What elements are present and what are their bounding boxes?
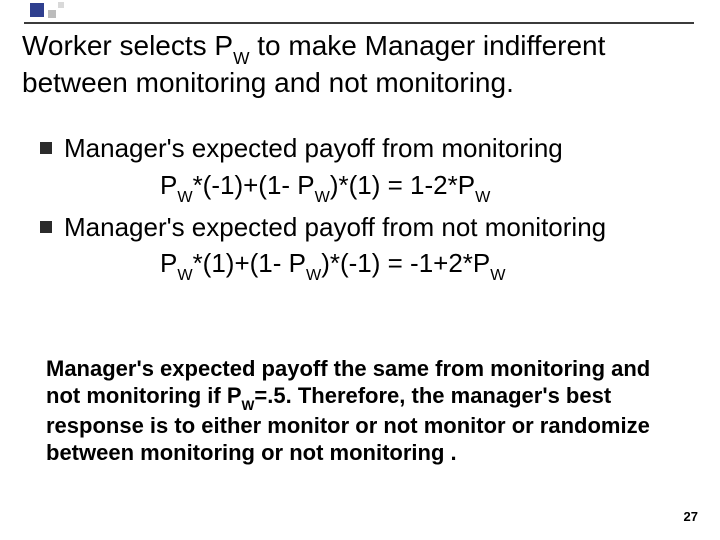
f-sub: W <box>490 266 505 284</box>
slide: Worker selects PW to make Manager indiff… <box>0 0 720 540</box>
bullet-text: Manager's expected payoff from monitorin… <box>64 132 563 165</box>
f-sub: W <box>177 266 192 284</box>
deco-square-large <box>30 3 44 17</box>
f-sub: W <box>315 188 330 206</box>
title-sub: W <box>233 48 249 68</box>
page-number: 27 <box>684 509 698 524</box>
f-post: *(-1)+(1- P <box>193 170 315 200</box>
deco-square-medium <box>48 10 56 18</box>
header-decoration <box>0 0 720 26</box>
f-post: )*(-1) = -1+2*P <box>321 248 490 278</box>
bullet-square-icon <box>40 221 52 233</box>
bullet-item: Manager's expected payoff from monitorin… <box>40 132 700 165</box>
f-pre: P <box>160 170 177 200</box>
f-sub: W <box>177 188 192 206</box>
f-pre: P <box>160 248 177 278</box>
title-pre: Worker selects P <box>22 30 233 61</box>
f-post: )*(1) = 1-2*P <box>330 170 475 200</box>
f-sub: W <box>475 188 490 206</box>
bullet-list: Manager's expected payoff from monitorin… <box>40 132 700 290</box>
f-sub: W <box>306 266 321 284</box>
bullet-square-icon <box>40 142 52 154</box>
slide-title: Worker selects PW to make Manager indiff… <box>22 30 702 99</box>
conclusion-text: Manager's expected payoff the same from … <box>46 356 686 467</box>
bullet-text: Manager's expected payoff from not monit… <box>64 211 606 244</box>
f-post: *(1)+(1- P <box>193 248 306 278</box>
deco-square-small <box>58 2 64 8</box>
header-rule <box>24 22 694 24</box>
bullet-item: Manager's expected payoff from not monit… <box>40 211 700 244</box>
conclusion-sub: W <box>242 398 255 413</box>
bullet-formula: PW*(-1)+(1- PW)*(1) = 1-2*PW <box>160 169 700 205</box>
bullet-formula: PW*(1)+(1- PW)*(-1) = -1+2*PW <box>160 247 700 283</box>
